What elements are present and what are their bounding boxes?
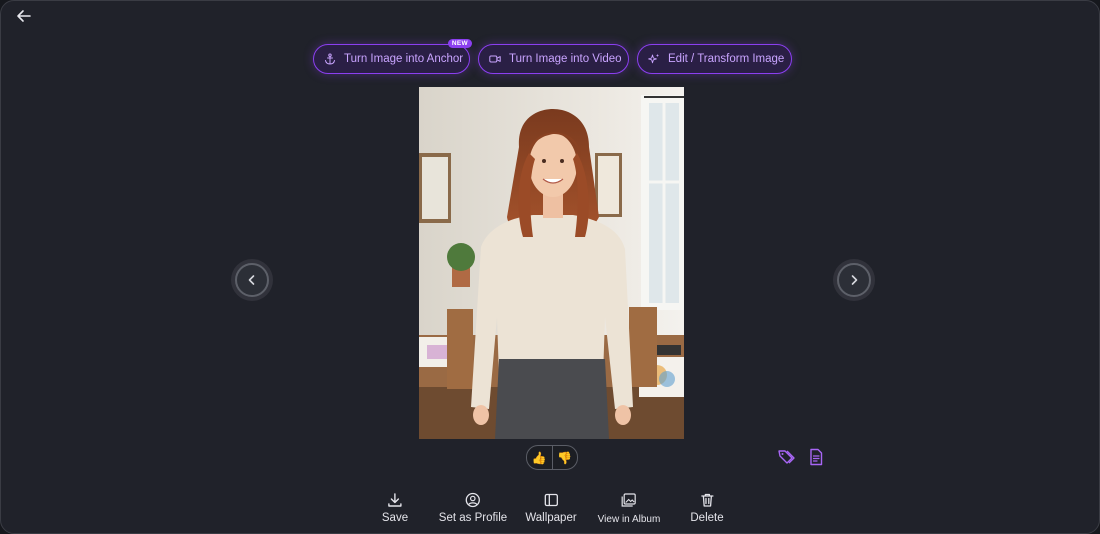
wallpaper-icon — [542, 491, 560, 509]
back-button[interactable] — [13, 5, 35, 27]
wallpaper-label: Wallpaper — [525, 512, 577, 524]
generated-image — [419, 87, 684, 439]
feedback-toggle: 👍 👎 — [526, 445, 578, 470]
edit-transform-label: Edit / Transform Image — [668, 53, 785, 65]
edit-transform-button[interactable]: Edit / Transform Image — [637, 44, 792, 74]
previous-image-button[interactable] — [235, 263, 269, 297]
turn-into-anchor-label: Turn Image into Anchor — [344, 53, 464, 65]
document-icon — [810, 448, 823, 466]
next-image-button[interactable] — [837, 263, 871, 297]
save-label: Save — [381, 512, 409, 524]
delete-button[interactable]: Delete — [690, 491, 724, 524]
ai-actions: Turn Image into Anchor NEW Turn Image in… — [313, 39, 792, 74]
bottom-toolbar: Save Set as Profile Wallpaper View in Al… — [1, 491, 1099, 531]
tags-icon — [778, 450, 795, 464]
chevron-left-icon — [248, 275, 255, 285]
wallpaper-button[interactable]: Wallpaper — [525, 491, 577, 524]
thumbs-up-button[interactable]: 👍 — [527, 446, 552, 469]
view-in-album-label: View in Album — [597, 514, 661, 525]
chevron-right-icon — [851, 275, 858, 285]
sparkles-icon — [648, 53, 660, 65]
turn-into-anchor-button[interactable]: Turn Image into Anchor NEW — [313, 39, 472, 74]
tags-button[interactable] — [776, 447, 796, 467]
anchor-icon — [324, 53, 336, 65]
delete-label: Delete — [690, 512, 724, 524]
save-button[interactable]: Save — [382, 491, 408, 524]
turn-into-video-button[interactable]: Turn Image into Video — [478, 44, 629, 74]
album-icon — [620, 491, 638, 509]
portrait-illustration — [419, 87, 684, 439]
user-circle-icon — [464, 491, 482, 509]
turn-into-video-label: Turn Image into Video — [509, 53, 622, 65]
set-as-profile-button[interactable]: Set as Profile — [439, 491, 507, 524]
download-icon — [386, 491, 404, 509]
set-as-profile-label: Set as Profile — [438, 512, 508, 524]
image-viewer-panel: Turn Image into Anchor NEW Turn Image in… — [0, 0, 1100, 534]
arrow-left-icon — [17, 10, 31, 22]
view-in-album-button[interactable]: View in Album — [597, 491, 661, 525]
trash-icon — [698, 491, 716, 509]
new-badge: NEW — [447, 39, 472, 48]
thumbs-down-button[interactable]: 👎 — [553, 446, 578, 469]
video-camera-icon — [489, 53, 501, 65]
prompt-details-button[interactable] — [806, 447, 826, 467]
